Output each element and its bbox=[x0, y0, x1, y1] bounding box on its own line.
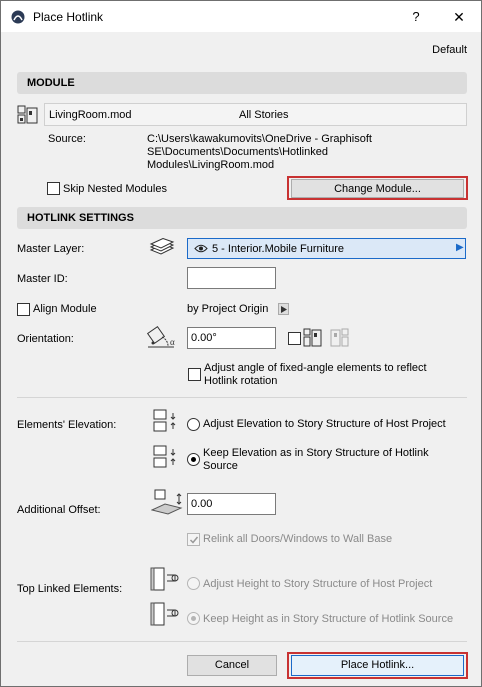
elevation-keep-label: Source bbox=[203, 460, 238, 472]
master-id-label: Master ID: bbox=[17, 273, 68, 285]
orientation-input[interactable] bbox=[187, 327, 276, 349]
elevation-keep-radio[interactable] bbox=[187, 453, 200, 466]
source-path-line: Modules\LivingRoom.mod bbox=[147, 159, 275, 171]
offset-icon bbox=[151, 489, 183, 515]
chevron-right-icon: ▶ bbox=[456, 242, 464, 253]
svg-text:α: α bbox=[170, 337, 175, 347]
checkmark-icon bbox=[189, 536, 199, 544]
divider bbox=[17, 397, 467, 398]
divider bbox=[17, 641, 467, 642]
top-linked-adjust-label: Adjust Height to Story Structure of Host… bbox=[203, 578, 433, 590]
help-button[interactable]: ? bbox=[401, 7, 431, 27]
align-by-label: by Project Origin bbox=[187, 303, 269, 315]
elevation-adjust-icon bbox=[153, 409, 176, 432]
preset-label[interactable]: Default bbox=[421, 44, 467, 56]
align-by-popup-button[interactable] bbox=[278, 303, 289, 315]
top-linked-label: Top Linked Elements: bbox=[17, 583, 123, 595]
adjust-angle-label: Adjust angle of fixed-angle elements to … bbox=[204, 362, 427, 374]
elevation-adjust-label: Adjust Elevation to Story Structure of H… bbox=[203, 418, 446, 430]
mirror-module-icon bbox=[303, 328, 349, 347]
place-hotlink-button[interactable]: Place Hotlink... bbox=[291, 655, 464, 676]
change-module-button[interactable]: Change Module... bbox=[291, 179, 464, 198]
top-linked-keep-radio[interactable] bbox=[187, 612, 200, 625]
align-module-checkbox[interactable] bbox=[17, 303, 30, 316]
source-path-line: C:\Users\kawakumovits\OneDrive - Graphis… bbox=[147, 133, 372, 145]
module-info-box: LivingRoom.mod All Stories bbox=[44, 103, 467, 126]
cancel-button[interactable]: Cancel bbox=[187, 655, 277, 676]
align-module-label: Align Module bbox=[33, 303, 97, 315]
master-layer-label: Master Layer: bbox=[17, 243, 85, 255]
rotation-angle-icon: α bbox=[146, 325, 175, 348]
triangle-right-icon bbox=[281, 306, 287, 313]
source-label: Source: bbox=[48, 133, 86, 145]
top-linked-adjust-radio[interactable] bbox=[187, 577, 200, 590]
module-stories: All Stories bbox=[239, 109, 289, 121]
additional-offset-label: Additional Offset: bbox=[17, 504, 101, 516]
module-file-name: LivingRoom.mod bbox=[49, 109, 132, 121]
skip-nested-checkbox[interactable] bbox=[47, 182, 60, 195]
elevation-keep-icon bbox=[153, 445, 176, 468]
relink-label: Relink all Doors/Windows to Wall Base bbox=[203, 533, 393, 545]
hotlink-settings-header: HOTLINK SETTINGS bbox=[17, 207, 467, 229]
layers-icon bbox=[149, 238, 175, 255]
top-linked-keep-label: Keep Height as in Story Structure of Hot… bbox=[203, 613, 454, 625]
dialog-title: Place Hotlink bbox=[33, 10, 104, 24]
module-file-icon bbox=[17, 105, 38, 124]
source-path-line: SE\Documents\Documents\Hotlinked bbox=[147, 146, 328, 158]
archicad-app-icon bbox=[11, 10, 25, 24]
elevation-keep-label: Keep Elevation as in Story Structure of … bbox=[203, 447, 429, 459]
offset-input[interactable] bbox=[187, 493, 276, 515]
top-linked-adjust-icon bbox=[150, 567, 179, 591]
top-linked-keep-icon bbox=[150, 602, 179, 626]
master-id-input[interactable] bbox=[187, 267, 276, 289]
skip-nested-label: Skip Nested Modules bbox=[63, 183, 167, 195]
adjust-angle-checkbox[interactable] bbox=[188, 368, 201, 381]
eye-icon bbox=[194, 244, 208, 253]
place-hotlink-dialog: Place Hotlink ? ✕ Default MODULE LivingR… bbox=[0, 0, 482, 687]
adjust-angle-label: Hotlink rotation bbox=[204, 375, 278, 387]
mirror-checkbox[interactable] bbox=[288, 332, 301, 345]
orientation-label: Orientation: bbox=[17, 333, 74, 345]
master-layer-dropdown[interactable]: 5 - Interior.Mobile Furniture ▶ bbox=[187, 238, 466, 259]
master-layer-value: 5 - Interior.Mobile Furniture bbox=[212, 243, 345, 255]
close-button[interactable]: ✕ bbox=[441, 7, 477, 27]
elevation-label: Elements' Elevation: bbox=[17, 419, 117, 431]
title-bar: Place Hotlink ? ✕ bbox=[1, 1, 481, 32]
relink-checkbox[interactable] bbox=[187, 533, 200, 546]
elevation-adjust-radio[interactable] bbox=[187, 418, 200, 431]
module-section-header: MODULE bbox=[17, 72, 467, 94]
